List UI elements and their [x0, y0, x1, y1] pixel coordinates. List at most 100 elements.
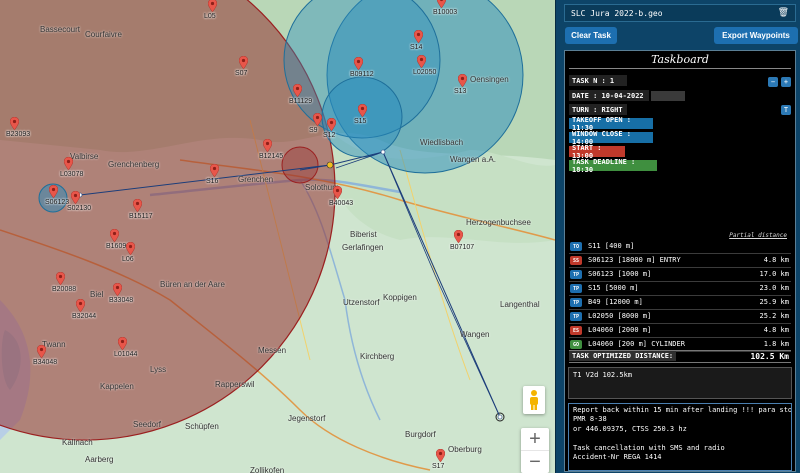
turnpoint-row[interactable]: TP L02050 [8000 m] 25.2 km — [569, 310, 791, 324]
waypoint-pin-icon[interactable] — [64, 157, 73, 170]
place-label: Oensingen — [470, 75, 509, 84]
waypoint-label: B32044 — [72, 313, 97, 320]
waypoint-label: S07 — [235, 70, 248, 77]
place-label: Wangen a.A. — [450, 155, 496, 164]
export-waypoints-button[interactable]: Export Waypoints — [714, 27, 798, 44]
waypoint-pin-icon[interactable] — [414, 30, 423, 43]
date-field[interactable]: DATE : 10-04-2022 — [569, 90, 649, 101]
window-close-field[interactable]: WINDOW CLOSE : 14:00 — [569, 130, 653, 146]
waypoint-pin-icon[interactable] — [118, 337, 127, 350]
zoom-out-button[interactable]: − — [521, 450, 549, 473]
place-label: Utzenstorf — [343, 298, 380, 307]
waypoint-label: S9 — [309, 127, 318, 134]
increase-task-button[interactable]: + — [781, 77, 791, 87]
turnpoint-type-badge: ES — [570, 326, 582, 335]
waypoint-pin-icon[interactable] — [417, 55, 426, 68]
waypoint-pin-icon[interactable] — [76, 299, 85, 312]
turnpoint-row[interactable]: ES L04060 [2000 m] 4.8 km — [569, 324, 791, 338]
task-deadline-field[interactable]: TASK DEADLINE : 18:30 — [569, 158, 657, 174]
waypoint-pin-icon[interactable] — [56, 272, 65, 285]
waypoint-label: S15 — [354, 118, 367, 125]
waypoint-pin-icon[interactable] — [327, 118, 336, 131]
waypoint-pin-icon[interactable] — [210, 164, 219, 177]
turnpoint-type-badge: TO — [570, 242, 582, 251]
waypoint-pin-icon[interactable] — [458, 74, 467, 87]
waypoint-label: B33048 — [109, 297, 134, 304]
trash-icon[interactable]: 🗑 — [778, 8, 789, 18]
place-label: Herzogenbuchsee — [466, 218, 531, 227]
clear-task-button[interactable]: Clear Task — [565, 27, 617, 44]
place-label: Büren an der Aare — [160, 280, 225, 289]
zoom-in-button[interactable]: + — [521, 428, 549, 450]
waypoint-pin-icon[interactable] — [263, 139, 272, 152]
task-notes-textarea[interactable]: Report back within 15 min after landing … — [568, 403, 792, 471]
partial-distance-label: Partial distance — [729, 232, 787, 239]
turn-toggle-button[interactable]: T — [781, 105, 791, 115]
turnpoint-row[interactable]: TP S15 [5000 m] 23.0 km — [569, 282, 791, 296]
waypoint-pin-icon[interactable] — [113, 283, 122, 296]
street-view-pegman-icon[interactable] — [523, 386, 545, 414]
place-label: Valbirse — [70, 152, 99, 161]
turnpoint-name: L04060 [2000 m] — [588, 326, 652, 334]
waypoint-label: S16 — [206, 178, 219, 185]
waypoint-label: S02130 — [67, 205, 92, 212]
turnpoint-distance: 4.8 km — [763, 256, 789, 264]
waypoint-label: B09112 — [350, 71, 374, 78]
takeoff-open-field[interactable]: TAKEOFF OPEN : 11:30 — [569, 116, 653, 132]
turnpoint-distance: 25.9 km — [759, 298, 789, 306]
waypoint-pin-icon[interactable] — [358, 104, 367, 117]
turnpoint-name: B49 [12000 m] — [588, 298, 643, 306]
turnpoint-row[interactable]: TP B49 [12000 m] 25.9 km — [569, 296, 791, 310]
waypoint-label: B10003 — [433, 9, 458, 16]
place-label: Seedorf — [133, 420, 162, 429]
place-label: Jegenstorf — [288, 414, 326, 423]
waypoint-label: B20088 — [52, 286, 77, 293]
file-name-bar: SLC Jura 2022-b.geo 🗑 — [564, 4, 796, 22]
turnpoint-row[interactable]: TP S06123 [1000 m] 17.0 km — [569, 268, 791, 282]
waypoint-pin-icon[interactable] — [437, 0, 446, 8]
waypoint-pin-icon[interactable] — [37, 345, 46, 358]
place-label: Rapperswil — [215, 380, 255, 389]
place-label: Biel — [90, 290, 104, 299]
optimized-distance-row: TASK OPTIMIZED DISTANCE: 102.5 Km — [569, 350, 791, 363]
waypoint-pin-icon[interactable] — [354, 57, 363, 70]
task-number-field[interactable]: TASK N : 1 — [569, 75, 627, 86]
waypoint-pin-icon[interactable] — [10, 117, 19, 130]
waypoint-label: S06123 — [45, 199, 70, 206]
waypoint-label: B34048 — [33, 359, 58, 366]
waypoint-pin-icon[interactable] — [208, 0, 217, 12]
decrease-task-button[interactable]: − — [768, 77, 778, 87]
waypoint-label: B07107 — [450, 244, 475, 251]
waypoint-pin-icon[interactable] — [333, 186, 342, 199]
waypoint-pin-icon[interactable] — [239, 56, 248, 69]
waypoint-pin-icon[interactable] — [126, 242, 135, 255]
turnpoint-row[interactable]: TO S11 [400 m] — [569, 240, 791, 254]
start-field[interactable]: START : 13:00 — [569, 144, 625, 160]
task-description-input[interactable]: T1 V2d 102.5km — [568, 367, 792, 399]
waypoint-pin-icon[interactable] — [436, 449, 445, 462]
place-label: Langenthal — [500, 300, 540, 309]
turnpoint-row[interactable]: SS S06123 [18000 m] ENTRY 4.8 km — [569, 254, 791, 268]
place-label: Gerlafingen — [342, 243, 384, 252]
waypoint-pin-icon[interactable] — [49, 185, 58, 198]
turnpoint-distance: 25.2 km — [759, 312, 789, 320]
turnpoint-name: L04060 [200 m] CYLINDER — [588, 340, 685, 348]
turnpoint-type-badge: GO — [570, 340, 582, 349]
waypoint-label: B12145 — [259, 153, 284, 160]
place-label: Wiedlisbach — [420, 138, 464, 147]
waypoint-pin-icon[interactable] — [71, 191, 80, 204]
start-cylinder — [281, 146, 319, 184]
turnpoint-name: S15 [5000 m] — [588, 284, 639, 292]
waypoint-pin-icon[interactable] — [293, 84, 302, 97]
waypoint-pin-icon[interactable] — [133, 199, 142, 212]
turnpoint-type-badge: SS — [570, 256, 582, 265]
waypoint-pin-icon[interactable] — [110, 229, 119, 242]
turn-field[interactable]: TURN : RIGHT — [569, 104, 627, 115]
waypoint-label: S13 — [454, 88, 467, 95]
waypoint-label: S17 — [432, 463, 445, 470]
waypoint-pin-icon[interactable] — [313, 113, 322, 126]
place-label: Kirchberg — [360, 352, 395, 361]
waypoint-pin-icon[interactable] — [454, 230, 463, 243]
waypoint-label: S12 — [323, 132, 336, 139]
map-view[interactable]: Bassecourt Courfaivre Grenchenberg Grenchen… — [0, 0, 555, 473]
